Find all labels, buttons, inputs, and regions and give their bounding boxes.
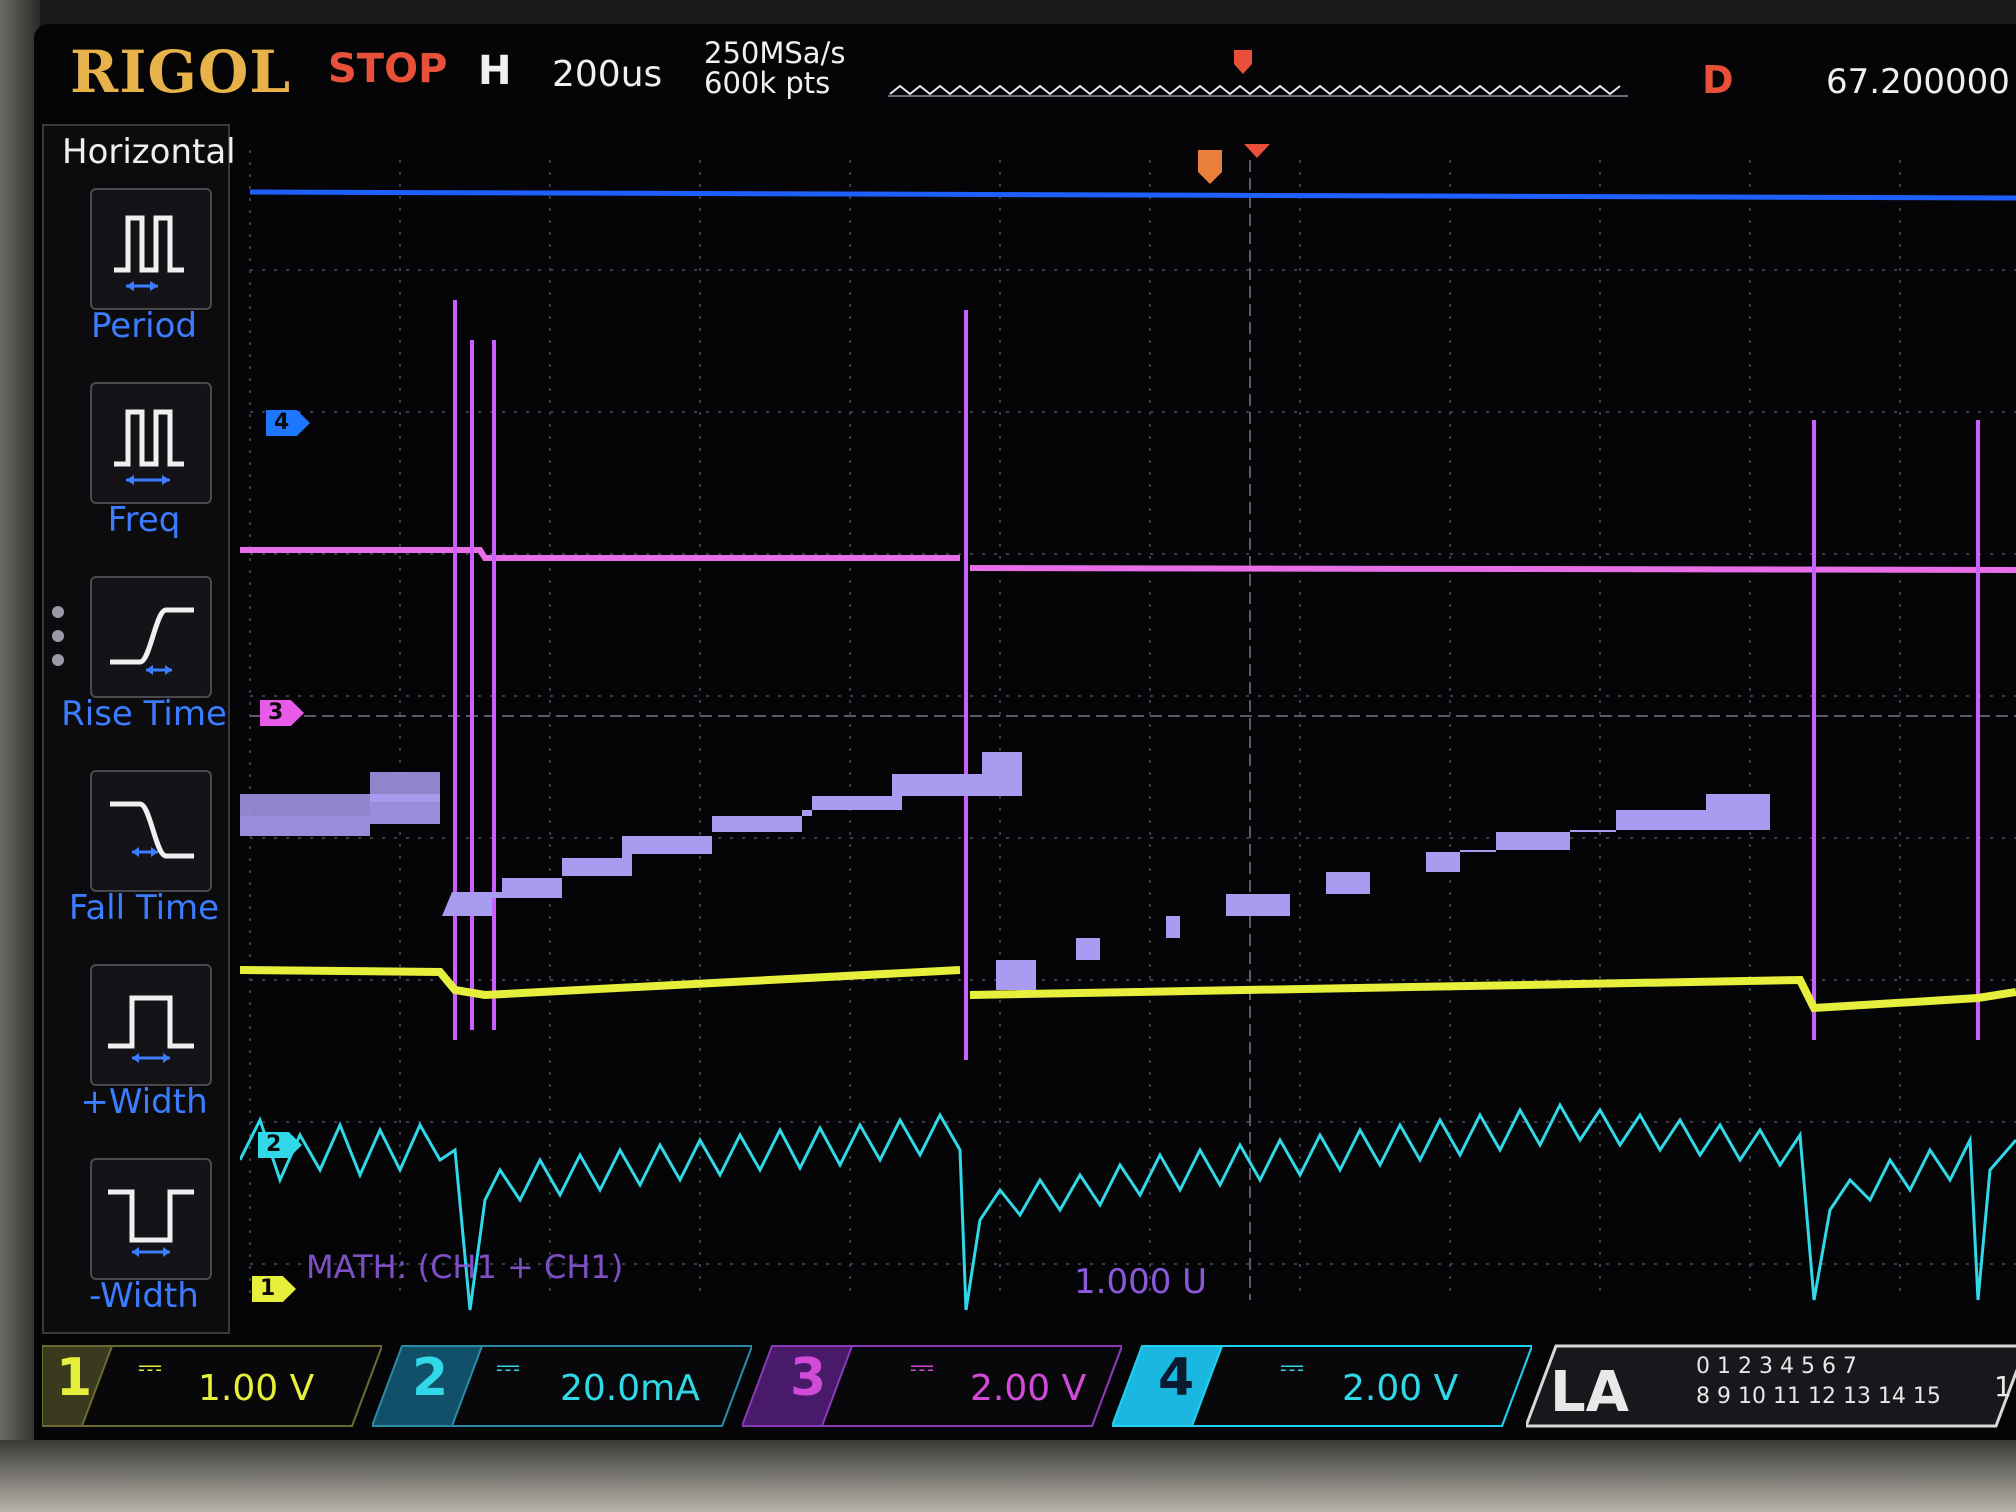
- trigger-position-icon: [1198, 150, 1222, 184]
- freq-icon: [114, 409, 184, 485]
- memory-depth-readout: 600k pts: [704, 66, 831, 100]
- overview-trigger-icon: [1234, 50, 1252, 74]
- ch3-coupling-icon: ⎓: [910, 1350, 934, 1385]
- ch3-status[interactable]: 3 ⎓ 2.00 V: [742, 1340, 1122, 1430]
- timebase-readout: 200us: [552, 54, 663, 95]
- ch4-coupling-icon: ⎓: [1280, 1350, 1304, 1385]
- ch3-scale: 2.00 V: [970, 1368, 1087, 1409]
- menu-title: Horizontal: [62, 132, 236, 172]
- ch4-scale: 2.00 V: [1342, 1368, 1459, 1409]
- ch3-number: 3: [790, 1348, 827, 1408]
- ch1-number: 1: [56, 1348, 93, 1408]
- menu-item-freq[interactable]: Freq: [54, 382, 234, 572]
- la-extra: 1: [1994, 1370, 2012, 1403]
- ch4-number: 4: [1158, 1348, 1195, 1408]
- ch2-status[interactable]: 2 ⎓ 20.0mA: [372, 1340, 752, 1430]
- menu-item-fall-time[interactable]: Fall Time: [54, 770, 234, 960]
- sample-rate-readout: 250MSa/s: [704, 36, 846, 70]
- ch2-number: 2: [412, 1348, 449, 1408]
- menu-item-negative-width[interactable]: -Width: [54, 1158, 234, 1348]
- math-label: MATH: (CH1 + CH1): [306, 1248, 624, 1286]
- trigger-delay-icon: [1244, 144, 1270, 158]
- horizontal-indicator: H: [478, 48, 512, 94]
- ch2-scale: 20.0mA: [560, 1368, 700, 1409]
- rise-time-icon: [110, 607, 194, 675]
- trigger-position-readout: 67.200000: [1826, 62, 2010, 102]
- la-bits-row1: 0 1 2 3 4 5 6 7: [1696, 1354, 1857, 1379]
- menu-item-label: -Width: [89, 1276, 199, 1316]
- ch1-coupling-icon: ⎓: [138, 1350, 162, 1385]
- brand-logo: RIGOL: [70, 38, 292, 106]
- menu-item-label: Rise Time: [61, 694, 227, 734]
- menu-item-label: Fall Time: [68, 888, 220, 928]
- center-axes: [250, 160, 2016, 1300]
- fall-time-icon: [110, 801, 194, 859]
- menu-item-period[interactable]: Period: [54, 188, 234, 378]
- period-icon: [114, 215, 184, 291]
- menu-item-positive-width[interactable]: +Width: [54, 964, 234, 1154]
- menu-item-label: +Width: [80, 1082, 208, 1122]
- menu-page-dots[interactable]: [52, 606, 64, 678]
- run-state-indicator[interactable]: STOP: [328, 46, 447, 92]
- ch2-coupling-icon: ⎓: [496, 1350, 520, 1385]
- la-label: LA: [1550, 1360, 1630, 1425]
- waveform-display[interactable]: [240, 140, 2016, 1320]
- graticule: [249, 150, 2016, 1300]
- ch1-status[interactable]: 1 ⎓ 1.00 V: [42, 1340, 382, 1430]
- menu-item-label: Freq: [107, 500, 181, 540]
- math-trace: [240, 752, 1770, 990]
- bezel-bottom-edge: [0, 1440, 2016, 1512]
- logic-analyzer-status[interactable]: LA 0 1 2 3 4 5 6 7 8 9 10 11 12 13 14 15…: [1526, 1344, 2016, 1430]
- ch1-scale: 1.00 V: [198, 1368, 315, 1409]
- overview-waveform: [889, 84, 1621, 96]
- negative-width-icon: [108, 1189, 194, 1257]
- memory-overview-bar: [888, 50, 1628, 97]
- menu-item-rise-time[interactable]: Rise Time: [54, 576, 234, 766]
- ch4-trace: [249, 189, 2016, 201]
- math-scale-value: 1.000 U: [1074, 1262, 1208, 1302]
- la-bits-row2: 8 9 10 11 12 13 14 15: [1696, 1384, 1941, 1409]
- ch4-status[interactable]: 4 ⎓ 2.00 V: [1112, 1340, 1532, 1430]
- menu-item-label: Period: [90, 306, 198, 346]
- channel-status-bar: 1 ⎓ 1.00 V 2 ⎓ 20.0mA 3 ⎓ 2.00 V 4 ⎓ 2.0…: [42, 1340, 2016, 1436]
- positive-width-icon: [108, 995, 194, 1063]
- trigger-source-label: D: [1702, 58, 1734, 102]
